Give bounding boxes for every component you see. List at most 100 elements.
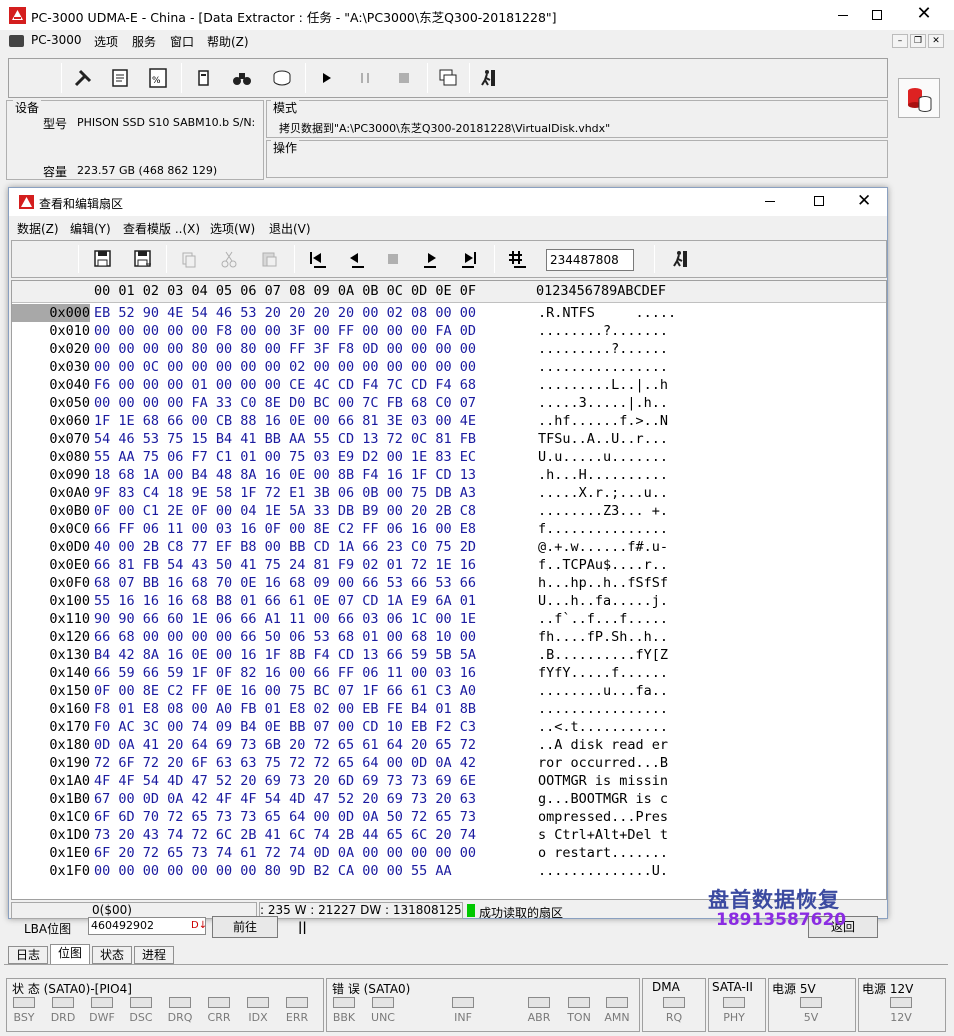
row-hex[interactable]: 66 68 00 00 00 00 66 50 06 53 68 01 00 6… bbox=[94, 628, 476, 646]
row-ascii[interactable]: s Ctrl+Alt+Del t bbox=[538, 826, 668, 844]
menu-options[interactable]: 选项 bbox=[94, 33, 118, 50]
hex-row[interactable]: 0x0E0 66 81 FB 54 43 50 41 75 24 81 F9 02… bbox=[12, 556, 886, 574]
hex-row[interactable]: 0x050 00 00 00 00 FA 33 C0 8E D0 BC 00 7C… bbox=[12, 394, 886, 412]
hex-row[interactable]: 0x0F0 68 07 BB 16 68 70 0E 16 68 09 00 66… bbox=[12, 574, 886, 592]
exit-runner-icon[interactable] bbox=[472, 61, 506, 95]
menu-service[interactable]: 服务 bbox=[132, 33, 156, 50]
row-hex[interactable]: 0F 00 8E C2 FF 0E 16 00 75 BC 07 1F 66 6… bbox=[94, 682, 476, 700]
row-hex[interactable]: 90 90 66 60 1E 06 66 A1 11 00 66 03 06 1… bbox=[94, 610, 476, 628]
row-hex[interactable]: 00 00 00 00 00 00 00 80 9D B2 CA 00 00 5… bbox=[94, 862, 452, 880]
editor-menu-view-template[interactable]: 查看模版 ..(X) bbox=[123, 220, 200, 237]
menu-window[interactable]: 窗口 bbox=[170, 33, 194, 50]
row-ascii[interactable]: U...h..fa.....j. bbox=[538, 592, 668, 610]
hex-row[interactable]: 0x140 66 59 66 59 1F 0F 82 16 00 66 FF 06… bbox=[12, 664, 886, 682]
row-hex[interactable]: 55 AA 75 06 F7 C1 01 00 75 03 E9 D2 00 1… bbox=[94, 448, 476, 466]
row-ascii[interactable]: ..hf......f.>..N bbox=[538, 412, 668, 430]
row-hex[interactable]: 54 46 53 75 15 B4 41 BB AA 55 CD 13 72 0… bbox=[94, 430, 476, 448]
lba-dropdown-icon[interactable]: D↓ bbox=[191, 920, 207, 931]
menu-help[interactable]: 帮助(Z) bbox=[207, 33, 249, 50]
row-hex[interactable]: 67 00 0D 0A 42 4F 4F 54 4D 47 52 20 69 7… bbox=[94, 790, 476, 808]
hex-row[interactable]: 0x020 00 00 00 00 80 00 80 00 FF 3F F8 0D… bbox=[12, 340, 886, 358]
row-hex[interactable]: 00 00 0C 00 00 00 00 00 02 00 00 00 00 0… bbox=[94, 358, 476, 376]
hex-row[interactable]: 0x110 90 90 66 60 1E 06 66 A1 11 00 66 03… bbox=[12, 610, 886, 628]
row-ascii[interactable]: h...hp..h..fSfSf bbox=[538, 574, 668, 592]
last-sector-icon[interactable] bbox=[454, 242, 488, 276]
hex-row[interactable]: 0x180 0D 0A 41 20 64 69 73 6B 20 72 65 61… bbox=[12, 736, 886, 754]
row-hex[interactable]: 6F 20 72 65 73 74 61 72 74 0D 0A 00 00 0… bbox=[94, 844, 476, 862]
minimize-button[interactable] bbox=[828, 3, 858, 27]
row-hex[interactable]: 40 00 2B C8 77 EF B8 00 BB CD 1A 66 23 C… bbox=[94, 538, 476, 556]
hex-row[interactable]: 0x030 00 00 0C 00 00 00 00 00 02 00 00 00… bbox=[12, 358, 886, 376]
sector-number-input[interactable]: 234487808 bbox=[546, 249, 634, 271]
row-ascii[interactable]: f..TCPAu$....r.. bbox=[538, 556, 668, 574]
editor-menu-data[interactable]: 数据(Z) bbox=[17, 220, 59, 237]
row-ascii[interactable]: .........L..|..h bbox=[538, 376, 668, 394]
row-hex[interactable]: B4 42 8A 16 0E 00 16 1F 8B F4 CD 13 66 5… bbox=[94, 646, 476, 664]
hex-row[interactable]: 0x090 18 68 1A 00 B4 48 8A 16 0E 00 8B F4… bbox=[12, 466, 886, 484]
save-as-sector-icon[interactable] bbox=[126, 242, 160, 276]
hex-view[interactable]: 00 01 02 03 04 05 06 07 08 09 0A 0B 0C 0… bbox=[11, 280, 887, 900]
row-hex[interactable]: F0 AC 3C 00 74 09 B4 0E BB 07 00 CD 10 E… bbox=[94, 718, 476, 736]
lba-value-field[interactable]: 460492902 bbox=[88, 917, 206, 935]
hex-row[interactable]: 0x170 F0 AC 3C 00 74 09 B4 0E BB 07 00 CD… bbox=[12, 718, 886, 736]
row-ascii[interactable]: OOTMGR is missin bbox=[538, 772, 668, 790]
hex-row[interactable]: 0x0A0 9F 83 C4 18 9E 58 1F 72 E1 3B 06 0B… bbox=[12, 484, 886, 502]
hex-row[interactable]: 0x1A0 4F 4F 54 4D 47 52 20 69 73 20 6D 69… bbox=[12, 772, 886, 790]
hex-row[interactable]: 0x150 0F 00 8E C2 FF 0E 16 00 75 BC 07 1F… bbox=[12, 682, 886, 700]
editor-menu-exit[interactable]: 退出(V) bbox=[269, 220, 311, 237]
row-hex[interactable]: 72 6F 72 20 6F 63 63 75 72 72 65 64 00 0… bbox=[94, 754, 476, 772]
lba-pause-icon[interactable]: || bbox=[298, 920, 307, 934]
goto-sector-icon[interactable] bbox=[500, 242, 534, 276]
row-ascii[interactable]: U.u.....u....... bbox=[538, 448, 668, 466]
row-ascii[interactable]: ................ bbox=[538, 358, 668, 376]
row-hex[interactable]: 0D 0A 41 20 64 69 73 6B 20 72 65 61 64 2… bbox=[94, 736, 476, 754]
mdi-restore-button[interactable]: ❐ bbox=[910, 34, 926, 48]
row-ascii[interactable]: ........u...fa.. bbox=[538, 682, 668, 700]
editor-exit-icon[interactable] bbox=[664, 242, 698, 276]
row-ascii[interactable]: ........Z3... +. bbox=[538, 502, 668, 520]
prev-sector-icon[interactable] bbox=[338, 242, 372, 276]
hex-row[interactable]: 0x1D0 73 20 43 74 72 6C 2B 41 6C 74 2B 44… bbox=[12, 826, 886, 844]
next-sector-icon[interactable] bbox=[416, 242, 450, 276]
hex-row[interactable]: 0x060 1F 1E 68 66 00 CB 88 16 0E 00 66 81… bbox=[12, 412, 886, 430]
row-hex[interactable]: 00 00 00 00 00 F8 00 00 3F 00 FF 00 00 0… bbox=[94, 322, 476, 340]
row-ascii[interactable]: .....3.....|.h.. bbox=[538, 394, 668, 412]
row-hex[interactable]: 18 68 1A 00 B4 48 8A 16 0E 00 8B F4 16 1… bbox=[94, 466, 476, 484]
row-hex[interactable]: 6F 6D 70 72 65 73 73 65 64 00 0D 0A 50 7… bbox=[94, 808, 476, 826]
goto-button[interactable]: 前往 bbox=[212, 916, 278, 938]
row-ascii[interactable]: .h...H.......... bbox=[538, 466, 668, 484]
editor-minimize-button[interactable] bbox=[765, 201, 775, 202]
hex-row[interactable]: 0x1C0 6F 6D 70 72 65 73 73 65 64 00 0D 0A… bbox=[12, 808, 886, 826]
row-hex[interactable]: 66 81 FB 54 43 50 41 75 24 81 F9 02 01 7… bbox=[94, 556, 476, 574]
row-hex[interactable]: 68 07 BB 16 68 70 0E 16 68 09 00 66 53 6… bbox=[94, 574, 476, 592]
hex-row[interactable]: 0x040 F6 00 00 00 01 00 00 00 CE 4C CD F4… bbox=[12, 376, 886, 394]
mdi-minimize-button[interactable]: – bbox=[892, 34, 908, 48]
row-hex[interactable]: 1F 1E 68 66 00 CB 88 16 0E 00 66 81 3E 0… bbox=[94, 412, 476, 430]
windows-icon[interactable] bbox=[431, 61, 465, 95]
hex-row[interactable]: 0x120 66 68 00 00 00 00 66 50 06 53 68 01… bbox=[12, 628, 886, 646]
row-hex[interactable]: 00 00 00 00 80 00 80 00 FF 3F F8 0D 00 0… bbox=[94, 340, 476, 358]
row-ascii[interactable]: @.+.w......f#.u- bbox=[538, 538, 668, 556]
maximize-button[interactable] bbox=[862, 3, 892, 27]
hex-row[interactable]: 0x1E0 6F 20 72 65 73 74 61 72 74 0D 0A 00… bbox=[12, 844, 886, 862]
hex-row[interactable]: 0x0C0 66 FF 06 11 00 03 16 0F 00 8E C2 FF… bbox=[12, 520, 886, 538]
hex-row[interactable]: 0x0B0 0F 00 C1 2E 0F 00 04 1E 5A 33 DB B9… bbox=[12, 502, 886, 520]
editor-menu-edit[interactable]: 编辑(Y) bbox=[70, 220, 111, 237]
row-ascii[interactable]: f............... bbox=[538, 520, 668, 538]
disk-icon[interactable] bbox=[265, 61, 299, 95]
hex-row[interactable]: 0x000 EB 52 90 4E 54 46 53 20 20 20 20 00… bbox=[12, 304, 886, 322]
row-ascii[interactable]: o restart....... bbox=[538, 844, 668, 862]
menu-pc3000[interactable]: PC-3000 bbox=[31, 33, 81, 47]
first-sector-icon[interactable] bbox=[300, 242, 334, 276]
play-icon[interactable] bbox=[310, 61, 344, 95]
row-ascii[interactable]: TFSu..A..U..r... bbox=[538, 430, 668, 448]
row-ascii[interactable]: .R.NTFS ..... bbox=[538, 304, 676, 322]
row-hex[interactable]: 66 59 66 59 1F 0F 82 16 00 66 FF 06 11 0… bbox=[94, 664, 476, 682]
row-hex[interactable]: F8 01 E8 08 00 A0 FB 01 E8 02 00 EB FE B… bbox=[94, 700, 476, 718]
row-hex[interactable]: 9F 83 C4 18 9E 58 1F 72 E1 3B 06 0B 00 7… bbox=[94, 484, 476, 502]
row-ascii[interactable]: ompressed...Pres bbox=[538, 808, 668, 826]
hex-row[interactable]: 0x080 55 AA 75 06 F7 C1 01 00 75 03 E9 D2… bbox=[12, 448, 886, 466]
tab-process[interactable]: 进程 bbox=[134, 946, 174, 964]
row-ascii[interactable]: ................ bbox=[538, 700, 668, 718]
hex-row[interactable]: 0x190 72 6F 72 20 6F 63 63 75 72 72 65 64… bbox=[12, 754, 886, 772]
